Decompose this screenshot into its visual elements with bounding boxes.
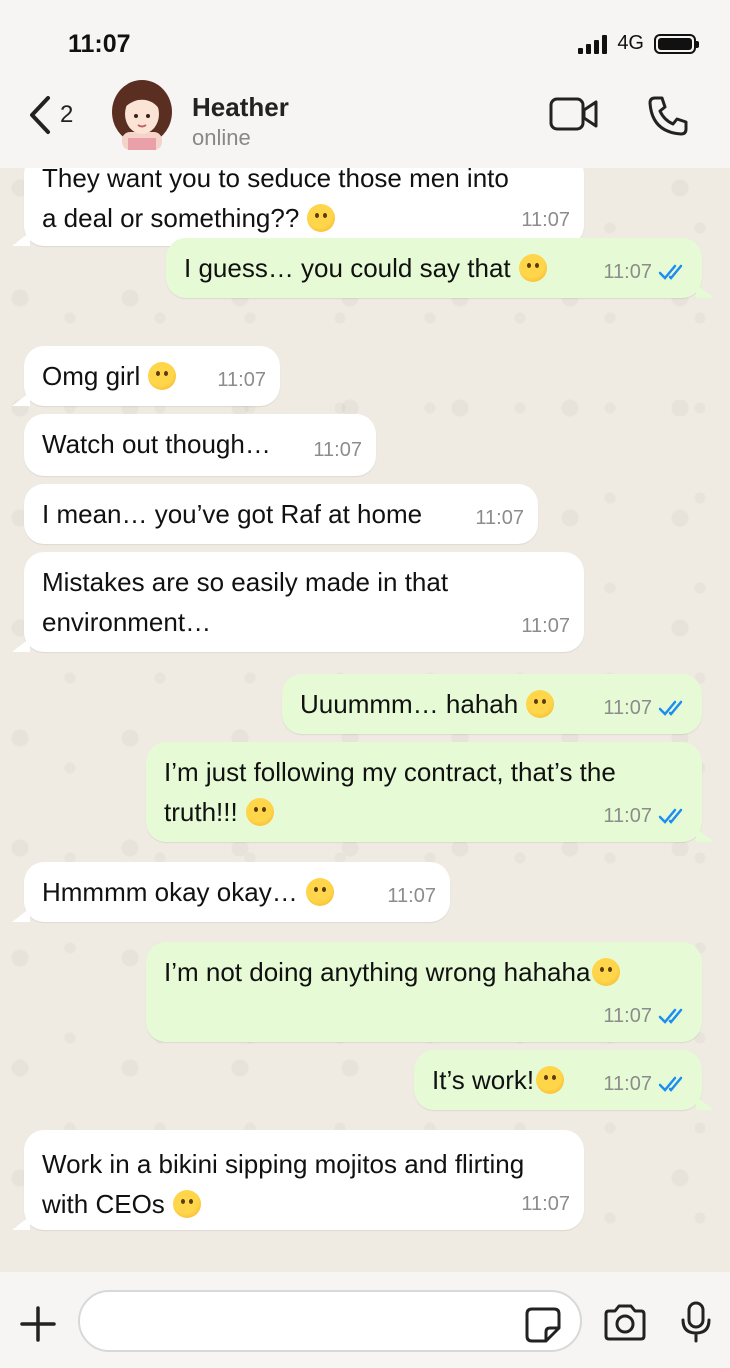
message-time: 11:07	[521, 615, 570, 637]
message-meta: 11:07	[521, 1184, 570, 1224]
message-meta: 11:07	[313, 430, 362, 470]
back-button[interactable]: 2	[24, 94, 73, 136]
incoming-message[interactable]: Work in a bikini sipping mojitos and fli…	[12, 1130, 584, 1230]
flushed-face-icon	[307, 204, 336, 232]
unread-count: 2	[60, 101, 74, 128]
incoming-message[interactable]: Hmmmm okay okay… 11:07	[12, 862, 450, 922]
composer-bar	[0, 1272, 730, 1368]
message-meta: 11:07	[603, 688, 688, 728]
incoming-message[interactable]: They want you to seduce those men into a…	[12, 168, 584, 246]
upside-down-face-icon	[536, 1066, 565, 1094]
message-meta: 11:07	[521, 200, 570, 240]
upside-down-face-icon	[518, 254, 547, 282]
camera-icon[interactable]	[602, 1302, 648, 1342]
phone-icon[interactable]	[646, 94, 690, 138]
message-text: Work in a bikini sipping mojitos and fli…	[42, 1149, 525, 1179]
message-time: 11:07	[603, 1073, 652, 1095]
double-check-icon	[658, 264, 683, 280]
incoming-message[interactable]: Watch out though… 11:07	[24, 414, 376, 476]
double-check-icon	[658, 1076, 683, 1092]
message-text: I mean… you’ve got Raf at home	[42, 499, 423, 529]
outgoing-message[interactable]: Uuummm… hahah 11:07	[282, 674, 702, 734]
chat-area[interactable]: They want you to seduce those men into a…	[0, 168, 730, 1272]
network-type: 4G	[617, 32, 644, 54]
outgoing-message[interactable]: I’m not doing anything wrong hahaha 11:0…	[146, 942, 702, 1042]
incoming-message[interactable]: Omg girl 11:07	[12, 346, 280, 406]
message-time: 11:07	[475, 507, 524, 529]
message-meta: 11:07	[387, 876, 436, 916]
message-text: They want you to seduce those men into	[42, 168, 509, 193]
plus-icon[interactable]	[18, 1304, 58, 1344]
message-time: 11:07	[217, 369, 266, 391]
message-text: I’m just following my contract, that’s t…	[164, 757, 616, 787]
status-time: 11:07	[68, 30, 131, 58]
laughing-face-icon	[148, 362, 177, 390]
chevron-left-icon	[30, 96, 50, 134]
message-text: Mistakes are so easily made in that	[42, 567, 449, 597]
video-call-icon[interactable]	[548, 94, 600, 134]
message-time: 11:07	[313, 439, 362, 461]
grimacing-face-icon	[245, 798, 274, 826]
message-meta: 11:07	[521, 606, 570, 646]
message-meta: 11:07	[603, 252, 688, 292]
microphone-icon[interactable]	[680, 1300, 712, 1344]
message-time: 11:07	[521, 1193, 570, 1215]
contact-name: Heather	[192, 92, 289, 122]
double-check-icon	[658, 808, 683, 824]
message-text: a deal or something??	[42, 198, 584, 238]
sticker-icon[interactable]	[524, 1306, 562, 1344]
rolling-on-floor-laughing-icon	[172, 1190, 201, 1218]
message-meta: 11:07	[217, 360, 266, 400]
face-with-rolling-eyes-icon	[305, 878, 334, 906]
battery-icon	[654, 33, 699, 54]
message-time: 11:07	[603, 261, 652, 283]
contact-info[interactable]: Heather online	[192, 92, 289, 151]
holding-back-tears-face-icon	[592, 958, 621, 986]
double-check-icon	[658, 700, 683, 716]
message-time: 11:07	[603, 1005, 652, 1027]
outgoing-message[interactable]: It’s work! 11:07	[414, 1050, 714, 1110]
outgoing-message[interactable]: I’m just following my contract, that’s t…	[146, 742, 714, 842]
message-meta: 11:07	[603, 796, 688, 836]
message-meta: 11:07	[603, 996, 688, 1036]
double-check-icon	[658, 1008, 683, 1024]
contact-status: online	[192, 125, 251, 150]
message-time: 11:07	[387, 885, 436, 907]
message-input[interactable]	[78, 1290, 582, 1352]
message-time: 11:07	[603, 697, 652, 719]
incoming-message[interactable]: Mistakes are so easily made in that envi…	[12, 552, 584, 652]
status-indicators: 4G	[578, 32, 699, 55]
outgoing-message[interactable]: I guess… you could say that 11:07	[166, 238, 714, 298]
chat-header: 2 Heather online	[0, 78, 730, 168]
message-time: 11:07	[521, 209, 570, 231]
message-text: with CEOs	[42, 1184, 584, 1224]
avatar[interactable]	[108, 78, 176, 150]
grinning-sweat-face-icon	[526, 690, 555, 718]
incoming-message[interactable]: I mean… you’ve got Raf at home 11:07	[24, 484, 538, 544]
message-meta: 11:07	[475, 498, 524, 538]
message-meta: 11:07	[603, 1064, 688, 1104]
status-bar: 11:07 4G	[0, 0, 730, 78]
message-text: I’m not doing anything wrong hahaha	[164, 952, 702, 992]
signal-icon	[578, 34, 608, 54]
message-text: environment…	[42, 607, 212, 637]
message-time: 11:07	[603, 805, 652, 827]
